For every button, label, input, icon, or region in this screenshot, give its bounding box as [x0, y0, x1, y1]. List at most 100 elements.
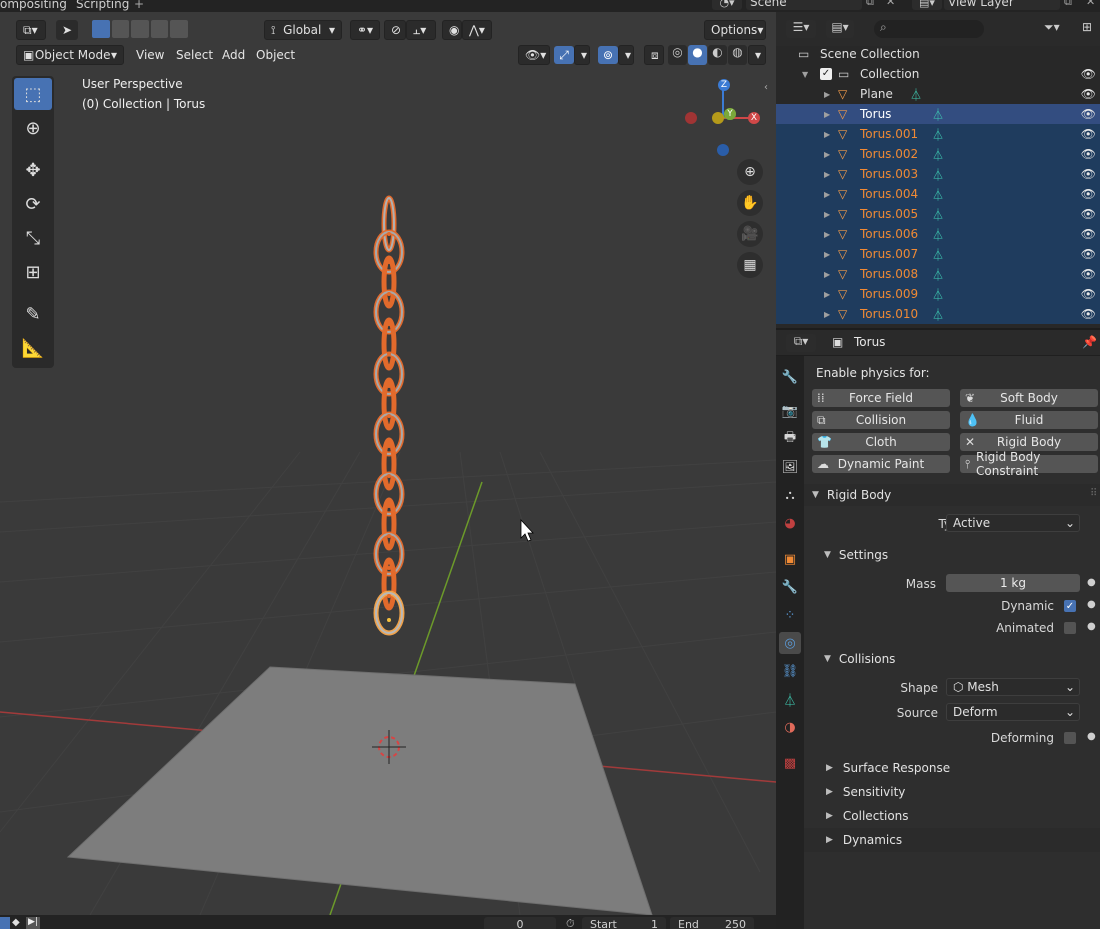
keyframe-diamond-icon[interactable]: ◆	[12, 917, 20, 928]
pan-hand-icon[interactable]: ✋	[737, 190, 763, 216]
expand-right-icon[interactable]: ▶	[824, 190, 830, 199]
mesh-data-icon[interactable]: ⏃	[932, 126, 944, 143]
sidebar-toggle-chevron-icon[interactable]: ‹	[764, 82, 768, 93]
annotate-tool-icon[interactable]: ✎	[14, 298, 52, 330]
menu-select[interactable]: Select	[176, 48, 213, 62]
select-new-icon[interactable]	[92, 20, 110, 38]
collections-panel[interactable]: ▶ Collections	[804, 804, 1100, 828]
menu-view[interactable]: View	[136, 48, 164, 62]
mesh-data-icon[interactable]: ⏃	[932, 186, 944, 203]
mesh-data-tab-icon[interactable]: ⏃	[779, 688, 801, 710]
mesh-data-icon[interactable]: ⏃	[932, 206, 944, 223]
scale-tool-icon[interactable]: ⤡	[14, 222, 52, 254]
animated-checkbox[interactable]	[1064, 622, 1076, 634]
copy-view-layer-icon[interactable]: ⧉	[1064, 0, 1072, 9]
mesh-data-icon[interactable]: ⏃	[932, 306, 944, 323]
expand-right-icon[interactable]: ▶	[824, 270, 830, 279]
transform-orientation-dropdown[interactable]: ⟟ Global ▾	[264, 20, 342, 40]
overlays-dropdown-icon[interactable]: ▾	[618, 45, 634, 65]
surface-response-panel[interactable]: ▶ Surface Response	[804, 756, 1100, 780]
expand-right-icon[interactable]: ▶	[824, 210, 830, 219]
outliner-item[interactable]: ▶ ▽ Torus.002 ⏃ 👁	[776, 144, 1100, 164]
eye-icon[interactable]: 👁	[1081, 207, 1096, 221]
select-subtract-icon[interactable]	[131, 20, 149, 38]
mesh-data-icon[interactable]: ⏃	[932, 266, 944, 283]
solid-shading-icon[interactable]: ●	[688, 45, 707, 65]
eye-icon[interactable]: 👁	[1081, 167, 1096, 181]
outliner-item[interactable]: ▶ ▽ Torus.001 ⏃ 👁	[776, 124, 1100, 144]
eye-icon[interactable]: 👁	[1081, 67, 1096, 81]
outliner-item[interactable]: ▶ ▽ Torus.003 ⏃ 👁	[776, 164, 1100, 184]
gizmo-dropdown-icon[interactable]: ▾	[574, 45, 590, 65]
tab-scripting[interactable]: Scripting	[76, 0, 129, 11]
zoom-icon[interactable]: ⊕	[737, 159, 763, 185]
eye-icon[interactable]: 👁	[1081, 187, 1096, 201]
keyframe-dot-icon[interactable]: ●	[1087, 731, 1096, 742]
ortho-grid-icon[interactable]: ▦	[737, 252, 763, 278]
type-dropdown[interactable]: Active ⌄	[946, 514, 1080, 532]
mesh-data-icon[interactable]: ⏃	[910, 86, 922, 103]
view-layer-field[interactable]: View Layer	[944, 0, 1060, 10]
mesh-data-icon[interactable]: ⏃	[932, 286, 944, 303]
mass-field[interactable]: 1 kg	[946, 574, 1080, 592]
scene-selector-icon[interactable]: ◔▾	[712, 0, 742, 10]
scene-tab-icon[interactable]: ⛬	[779, 484, 801, 506]
eye-icon[interactable]: 👁	[1081, 127, 1096, 141]
view-layer-selector-icon[interactable]: ▤▾	[912, 0, 942, 10]
mesh-data-icon[interactable]: ⏃	[932, 246, 944, 263]
particles-tab-icon[interactable]: ⁘	[779, 604, 801, 626]
expand-right-icon[interactable]: ▶	[824, 310, 830, 319]
snap-target-dropdown[interactable]: ⫠▾	[406, 20, 436, 40]
falloff-dropdown[interactable]: ⋀▾	[462, 20, 492, 40]
gizmo-toggle-icon[interactable]: ⤢	[554, 46, 574, 64]
select-extend-icon[interactable]	[111, 20, 130, 38]
fluid-button[interactable]: 💧 Fluid	[960, 411, 1098, 429]
object-mode-dropdown[interactable]: ▣ Object Mode ▾	[16, 45, 124, 65]
tool-arrow-icon[interactable]: ➤	[56, 20, 78, 40]
keyframe-toggle-icon[interactable]	[0, 917, 10, 929]
overlays-toggle-icon[interactable]: ⊚	[598, 46, 618, 64]
eye-icon[interactable]: 👁	[1081, 247, 1096, 261]
eye-icon[interactable]: 👁	[1081, 147, 1096, 161]
outliner-item[interactable]: ▶ ▽ Plane ⏃ 👁	[776, 84, 1100, 104]
camera-view-icon[interactable]: 🎥	[737, 221, 763, 247]
clock-icon[interactable]: ⏱	[566, 917, 575, 929]
mesh-data-icon[interactable]: ⏃	[932, 226, 944, 243]
outliner-item[interactable]: ▶ ▽ Torus.006 ⏃ 👁	[776, 224, 1100, 244]
copy-scene-icon[interactable]: ⧉	[866, 0, 874, 9]
close-scene-icon[interactable]: ✕	[886, 0, 895, 8]
eye-icon[interactable]: 👁	[1081, 287, 1096, 301]
object-tab-icon[interactable]: ▣	[779, 548, 801, 570]
outliner-item[interactable]: ▶ ▽ Torus.007 ⏃ 👁	[776, 244, 1100, 264]
outliner-item[interactable]: ▶ ▽ Torus.010 ⏃ 👁	[776, 304, 1100, 324]
expand-right-icon[interactable]: ▶	[824, 130, 830, 139]
constraints-tab-icon[interactable]: ⛓	[779, 660, 801, 682]
3d-viewport[interactable]: ⧉▾ ➤ ⟟ Global ▾ ⚭▾ ⊘ ⫠▾ ◉ ⋀▾ Options ▾ ▣…	[0, 12, 776, 915]
outliner-item[interactable]: ▶ ▽ Torus.008 ⏃ 👁	[776, 264, 1100, 284]
mesh-data-icon[interactable]: ⏃	[932, 166, 944, 183]
dynamic-checkbox[interactable]: ✓	[1064, 600, 1076, 612]
modifier-tab-icon[interactable]: 🔧	[779, 576, 801, 598]
expand-down-icon[interactable]: ▼	[802, 70, 808, 79]
filter-icon[interactable]: ⏷▾	[1044, 20, 1060, 35]
expand-right-icon[interactable]: ▶	[824, 90, 830, 99]
cursor-tool-icon[interactable]: ⊕	[14, 112, 52, 144]
material-shading-icon[interactable]: ◐	[708, 45, 727, 65]
pin-icon[interactable]: 📌	[1082, 335, 1097, 349]
expand-right-icon[interactable]: ▶	[824, 110, 830, 119]
tab-compositing[interactable]: ompositing	[0, 0, 67, 11]
expand-right-icon[interactable]: ▶	[824, 170, 830, 179]
menu-add[interactable]: Add	[222, 48, 245, 62]
outliner-item[interactable]: ▶ ▽ Torus ⏃ 👁	[776, 104, 1100, 124]
rendered-shading-icon[interactable]: ◍	[728, 45, 747, 65]
view-layer-tab-icon[interactable]: 🖼	[779, 456, 801, 478]
keyframe-dot-icon[interactable]: ●	[1087, 599, 1096, 610]
outliner-search-input[interactable]: ⌕	[874, 20, 984, 38]
shape-dropdown[interactable]: ⬡ Mesh ⌄	[946, 678, 1080, 696]
collection-checkbox[interactable]: ✓	[820, 68, 832, 80]
soft-body-button[interactable]: ❦ Soft Body	[960, 389, 1098, 407]
eye-icon[interactable]: 👁	[1081, 307, 1096, 321]
tool-tab-icon[interactable]: 🔧	[779, 366, 801, 388]
select-box-tool-icon[interactable]: ⬚	[14, 78, 52, 110]
options-dropdown[interactable]: Options ▾	[704, 20, 766, 40]
